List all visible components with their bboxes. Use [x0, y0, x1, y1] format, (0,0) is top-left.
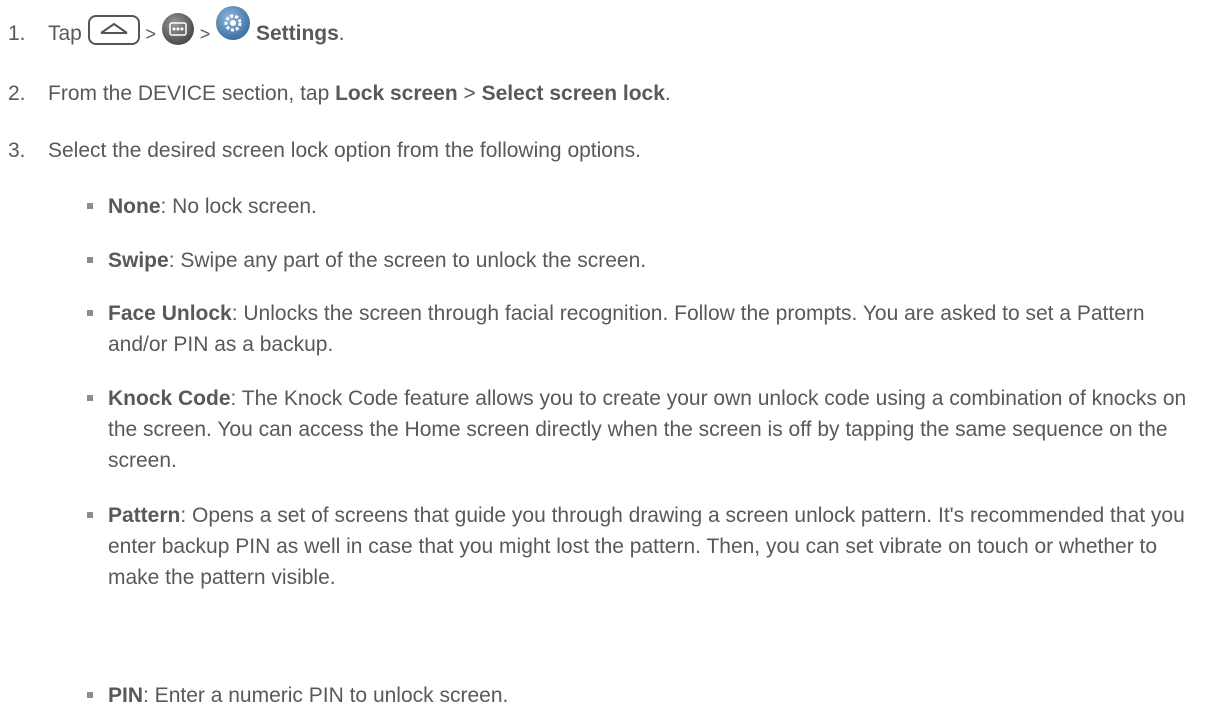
bullet-marker	[87, 257, 93, 263]
option-text: : Swipe any part of the screen to unlock…	[168, 249, 647, 272]
step-number: 2.	[8, 82, 26, 105]
option-text: : No lock screen.	[160, 195, 317, 218]
settings-gear-icon	[216, 6, 251, 41]
step-text: From the DEVICE section, tap	[48, 82, 336, 105]
option-none: None: No lock screen.	[87, 191, 1208, 222]
option-text: : Enter a numeric PIN to unlock screen.	[143, 684, 509, 707]
bullet-marker	[87, 310, 93, 316]
settings-label: Settings	[255, 22, 339, 45]
separator: >	[199, 24, 211, 44]
option-pin: PIN: Enter a numeric PIN to unlock scree…	[87, 680, 1208, 711]
separator: >	[145, 24, 157, 44]
option-text: : Opens a set of screens that guide you …	[108, 504, 1185, 589]
option-label: Swipe	[108, 249, 169, 272]
step-punct: .	[664, 82, 671, 105]
option-label: None	[108, 195, 161, 218]
option-pattern: Pattern: Opens a set of screens that gui…	[87, 500, 1208, 593]
option-label: Knock Code	[108, 387, 231, 410]
option-label: Pattern	[108, 504, 181, 527]
bullet-marker	[87, 692, 93, 698]
option-label: Face Unlock	[108, 302, 232, 325]
home-key-icon	[87, 15, 140, 46]
option-swipe: Swipe: Swipe any part of the screen to u…	[87, 245, 1208, 276]
select-screen-lock-label: Select screen lock	[481, 82, 665, 105]
option-knock-code: Knock Code: The Knock Code feature allow…	[87, 383, 1208, 476]
bullet-marker	[87, 512, 93, 518]
step-punct: .	[338, 22, 345, 45]
step-2: 2. From the DEVICE section, tap Lock scre…	[8, 82, 671, 106]
step-number: 1.	[8, 22, 26, 45]
step-text: >	[457, 82, 482, 105]
option-label: PIN	[108, 684, 144, 707]
option-text: : The Knock Code feature allows you to c…	[108, 387, 1187, 472]
apps-icon	[161, 13, 194, 46]
lock-screen-label: Lock screen	[335, 82, 458, 105]
step-3: 3. Select the desired screen lock option …	[8, 139, 641, 163]
option-face-unlock: Face Unlock: Unlocks the screen through …	[87, 298, 1208, 360]
step-1: 1. Tap > > Settings.	[8, 6, 345, 46]
bullet-marker	[87, 395, 93, 401]
step-text: Select the desired screen lock option fr…	[48, 139, 641, 162]
bullet-marker	[87, 203, 93, 209]
step-text: Tap	[48, 22, 82, 45]
option-text: : Unlocks the screen through facial reco…	[108, 302, 1145, 356]
step-number: 3.	[8, 139, 26, 162]
